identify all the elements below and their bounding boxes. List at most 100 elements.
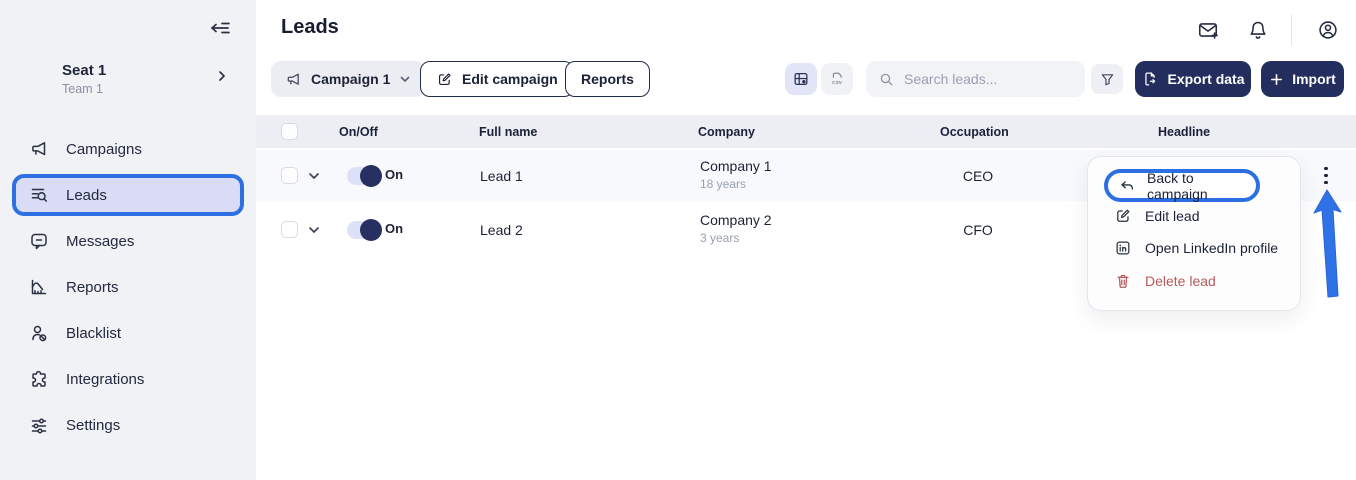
sidebar-item-label: Settings [66, 417, 120, 434]
edit-campaign-button[interactable]: Edit campaign [420, 61, 574, 97]
column-header-occupation: Occupation [940, 115, 1009, 148]
row-checkbox[interactable] [281, 167, 298, 184]
linkedin-icon [1114, 239, 1132, 257]
pencil-icon [1114, 207, 1132, 225]
expand-row-chevron-icon[interactable] [306, 168, 322, 184]
plus-icon [1269, 72, 1284, 87]
sidebar-item-label: Integrations [66, 371, 144, 388]
lead-on-off-toggle[interactable] [347, 167, 381, 185]
page-title: Leads [281, 16, 339, 39]
row-checkbox[interactable] [281, 221, 298, 238]
row-context-menu: Back to campaign Edit lead Open LinkedIn… [1087, 156, 1301, 311]
toggle-knob [360, 165, 382, 187]
menu-item-label: Back to campaign [1147, 170, 1246, 202]
chevron-right-icon[interactable] [214, 68, 230, 84]
seat-team: Team 1 [62, 82, 106, 96]
table-gear-icon [792, 70, 810, 88]
sidebar-item-label: Campaigns [66, 141, 142, 158]
chevron-down-icon [399, 73, 411, 85]
chart-icon [28, 276, 50, 298]
account-avatar-icon[interactable] [1317, 19, 1339, 41]
sidebar-item-messages[interactable]: Messages [12, 220, 244, 262]
search-leads-input[interactable] [904, 71, 1064, 87]
reports-button[interactable]: Reports [565, 61, 650, 97]
column-header-company: Company [698, 115, 755, 148]
row-actions-kebab-icon[interactable] [1318, 150, 1334, 201]
column-header-onoff: On/Off [339, 115, 378, 148]
sidebar-item-integrations[interactable]: Integrations [12, 358, 244, 400]
sidebar-item-label: Messages [66, 233, 134, 250]
sidebar-item-reports[interactable]: Reports [12, 266, 244, 308]
pencil-icon [436, 71, 453, 88]
seat-selector[interactable]: Seat 1 Team 1 [62, 62, 106, 96]
menu-item-label: Edit lead [1145, 208, 1199, 224]
column-header-headline: Headline [1158, 115, 1210, 148]
sidebar: Seat 1 Team 1 Campaigns Leads [0, 0, 256, 480]
export-data-button[interactable]: Export data [1135, 61, 1251, 97]
cell-full-name: Lead 2 [480, 204, 523, 255]
toggle-state-label: On [385, 167, 403, 182]
filter-button[interactable] [1091, 64, 1123, 94]
menu-item-open-linkedin[interactable]: Open LinkedIn profile [1114, 239, 1278, 257]
megaphone-icon [28, 138, 50, 160]
csv-file-icon: CSV [828, 70, 846, 88]
sidebar-item-label: Leads [66, 187, 107, 204]
sidebar-item-leads[interactable]: Leads [12, 174, 244, 216]
menu-item-edit-lead[interactable]: Edit lead [1114, 207, 1199, 225]
menu-item-back-to-campaign[interactable]: Back to campaign [1104, 169, 1260, 202]
export-data-label: Export data [1167, 71, 1244, 87]
company-name: Company 2 [700, 212, 772, 228]
campaign-selector-label: Campaign 1 [311, 71, 390, 87]
expand-row-chevron-icon[interactable] [306, 222, 322, 238]
column-header-fullname: Full name [479, 115, 537, 148]
sidebar-item-label: Reports [66, 279, 119, 296]
mail-plus-icon[interactable] [1197, 19, 1219, 41]
reports-button-label: Reports [581, 71, 634, 87]
blocked-user-icon [28, 322, 50, 344]
bell-icon[interactable] [1247, 19, 1269, 41]
undo-arrow-icon [1118, 177, 1136, 195]
file-export-icon [1141, 70, 1159, 88]
sliders-icon [28, 414, 50, 436]
cell-company: Company 1 18 years [700, 158, 772, 191]
company-name: Company 1 [700, 158, 772, 174]
sidebar-item-label: Blacklist [66, 325, 121, 342]
toggle-knob [360, 219, 382, 241]
toggle-state-label: On [385, 221, 403, 236]
company-duration: 3 years [700, 231, 772, 245]
select-all-checkbox[interactable] [281, 123, 298, 140]
company-duration: 18 years [700, 177, 772, 191]
import-label: Import [1292, 71, 1336, 87]
lead-list-search-icon [28, 184, 50, 206]
main-content: Leads Campaign 1 Ed [256, 0, 1356, 480]
funnel-icon [1099, 71, 1116, 88]
menu-item-label: Open LinkedIn profile [1145, 240, 1278, 256]
puzzle-icon [28, 368, 50, 390]
table-columns-settings-button[interactable] [785, 63, 817, 95]
chat-bubble-icon [28, 230, 50, 252]
sidebar-nav: Campaigns Leads Messages [0, 124, 256, 450]
csv-view-button[interactable]: CSV [821, 63, 853, 95]
cell-occupation: CEO [928, 150, 1028, 201]
campaign-selector[interactable]: Campaign 1 [271, 61, 425, 97]
collapse-sidebar-icon[interactable] [208, 16, 232, 40]
cell-company: Company 2 3 years [700, 212, 772, 245]
edit-campaign-label: Edit campaign [462, 71, 558, 87]
search-icon [878, 71, 895, 88]
import-button[interactable]: Import [1261, 61, 1344, 97]
svg-text:CSV: CSV [832, 80, 843, 86]
cell-occupation: CFO [928, 204, 1028, 255]
menu-item-label: Delete lead [1145, 273, 1216, 289]
lead-on-off-toggle[interactable] [347, 221, 381, 239]
topbar-divider [1291, 14, 1292, 45]
menu-item-delete-lead[interactable]: Delete lead [1114, 272, 1216, 290]
sidebar-item-campaigns[interactable]: Campaigns [12, 128, 244, 170]
table-header-row: On/Off Full name Company Occupation Head… [256, 115, 1356, 148]
view-toggle: CSV [785, 63, 853, 95]
sidebar-item-settings[interactable]: Settings [12, 404, 244, 446]
seat-name: Seat 1 [62, 62, 106, 79]
trash-icon [1114, 272, 1132, 290]
sidebar-item-blacklist[interactable]: Blacklist [12, 312, 244, 354]
cell-full-name: Lead 1 [480, 150, 523, 201]
search-leads-box [866, 61, 1085, 97]
